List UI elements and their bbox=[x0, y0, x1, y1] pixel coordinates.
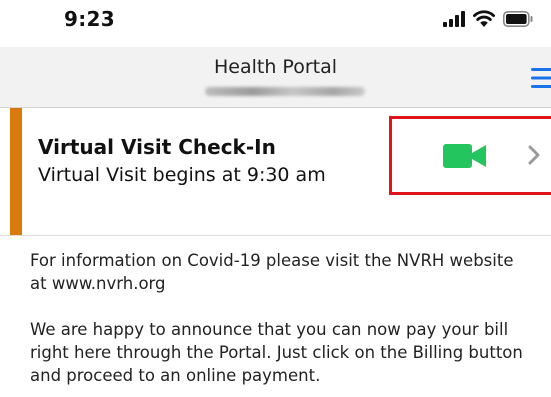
app-header: Health Portal bbox=[0, 47, 551, 108]
page-title: Health Portal bbox=[213, 56, 338, 78]
status-accent-bar bbox=[10, 108, 22, 235]
status-icons bbox=[443, 10, 533, 31]
hamburger-menu-icon bbox=[525, 68, 551, 89]
visit-title: Virtual Visit Check-In bbox=[38, 135, 276, 159]
chevron-right-icon[interactable] bbox=[527, 145, 541, 169]
visit-subtitle: Virtual Visit begins at 9:30 am bbox=[38, 164, 326, 186]
hamburger-menu-button[interactable] bbox=[525, 67, 551, 89]
wifi-icon bbox=[473, 10, 495, 31]
status-time: 9:23 bbox=[64, 7, 115, 31]
battery-icon bbox=[503, 10, 533, 31]
signal-icon bbox=[443, 10, 465, 31]
billing-announcement-text: We are happy to announce that you can no… bbox=[30, 320, 523, 385]
virtual-visit-card[interactable]: Virtual Visit Check-In Virtual Visit beg… bbox=[0, 108, 551, 236]
redacted-subtitle bbox=[205, 87, 365, 96]
status-bar: 9:23 bbox=[0, 0, 551, 42]
video-camera-icon[interactable] bbox=[443, 143, 487, 173]
covid-info-text: For information on Covid-19 please visit… bbox=[30, 251, 514, 293]
